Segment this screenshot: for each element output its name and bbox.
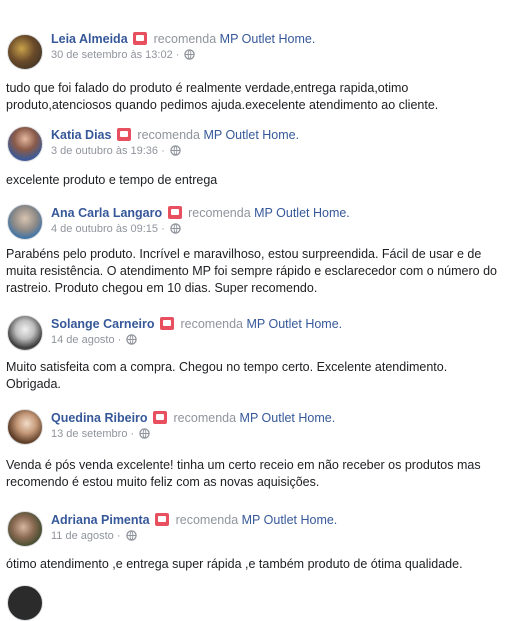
review-meta: 3 de outubro às 19:36 ·	[51, 145, 181, 157]
review-date[interactable]: 11 de agosto ·	[51, 530, 121, 542]
recommend-verb: recomenda	[180, 317, 244, 331]
recommend-verb: recomenda	[173, 411, 237, 425]
review-date[interactable]: 3 de outubro às 19:36 ·	[51, 145, 165, 157]
globe-icon	[139, 428, 150, 439]
page-link[interactable]: MP Outlet Home.	[240, 411, 336, 425]
review-text: ótimo atendimento ,e entrega super rápid…	[6, 557, 463, 571]
avatar[interactable]	[7, 315, 43, 351]
recommend-icon	[153, 411, 168, 424]
avatar[interactable]	[7, 409, 43, 445]
reviewer-name[interactable]: Katia Dias	[51, 128, 111, 142]
page-link[interactable]: MP Outlet Home.	[203, 128, 299, 142]
review-date[interactable]: 30 de setembro às 13:02 ·	[51, 49, 179, 61]
reviewer-name[interactable]: Adriana Pimenta	[51, 513, 150, 527]
globe-icon	[125, 530, 137, 541]
page-link[interactable]: MP Outlet Home.	[220, 32, 316, 46]
recommend-verb: recomenda	[137, 128, 200, 142]
reviewer-name[interactable]: Leia Almeida	[51, 32, 128, 46]
review-text: Parabéns pelo produto. Incrível e maravi…	[6, 247, 497, 295]
review-text: Muito satisfeita com a compra. Chegou no…	[6, 360, 448, 391]
review-date[interactable]: 14 de agosto ·	[51, 334, 121, 346]
recommend-icon	[133, 32, 148, 45]
review-header: Quedina Ribeiro recomenda MP Outlet Home…	[51, 411, 335, 425]
page-link[interactable]: MP Outlet Home.	[242, 513, 338, 527]
avatar[interactable]	[7, 585, 43, 621]
avatar[interactable]	[7, 126, 43, 162]
page-link[interactable]: MP Outlet Home.	[247, 317, 343, 331]
recommend-icon	[116, 128, 131, 141]
recommend-icon	[159, 317, 174, 330]
page-link[interactable]: MP Outlet Home.	[254, 206, 350, 220]
review-header: Adriana Pimenta recomenda MP Outlet Home…	[51, 513, 337, 527]
globe-icon	[184, 49, 196, 60]
recommend-verb: recomenda	[188, 206, 251, 220]
reviewer-name[interactable]: Quedina Ribeiro	[51, 411, 148, 425]
review-date[interactable]: 4 de outubro às 09:15 ·	[51, 223, 165, 235]
review-meta: 11 de agosto ·	[51, 530, 137, 542]
recommend-verb: recomenda	[153, 32, 217, 46]
review-text: excelente produto e tempo de entrega	[6, 173, 218, 187]
recommend-icon	[167, 206, 182, 219]
review-meta: 13 de setembro ·	[51, 428, 150, 440]
recommend-verb: recomenda	[175, 513, 239, 527]
review-header: Katia Dias recomenda MP Outlet Home.	[51, 128, 299, 142]
recommend-icon	[155, 513, 170, 526]
avatar[interactable]	[7, 204, 43, 240]
avatar[interactable]	[7, 34, 43, 70]
review-header: Leia Almeida recomenda MP Outlet Home.	[51, 32, 315, 46]
review-meta: 30 de setembro às 13:02 ·	[51, 49, 196, 61]
review-text: Venda é pós venda excelente! tinha um ce…	[6, 458, 481, 489]
globe-icon	[170, 223, 181, 234]
review-meta: 14 de agosto ·	[51, 334, 138, 346]
review-date[interactable]: 13 de setembro ·	[51, 428, 134, 440]
review-text: tudo que foi falado do produto é realmen…	[6, 81, 439, 112]
reviewer-name[interactable]: Solange Carneiro	[51, 317, 155, 331]
review-meta: 4 de outubro às 09:15 ·	[51, 223, 181, 235]
review-header: Ana Carla Langaro recomenda MP Outlet Ho…	[51, 206, 350, 220]
globe-icon	[170, 145, 181, 156]
reviewer-name[interactable]: Ana Carla Langaro	[51, 206, 162, 220]
globe-icon	[126, 334, 138, 345]
review-header: Solange Carneiro recomenda MP Outlet Hom…	[51, 317, 342, 331]
avatar[interactable]	[7, 511, 43, 547]
